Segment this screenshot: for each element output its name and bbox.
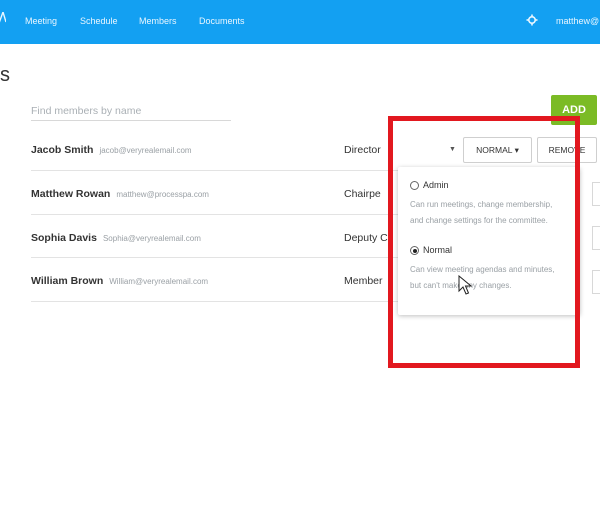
member-name: Sophia Davis Sophia@veryrealemail.com [31, 232, 201, 244]
radio-selected-icon[interactable] [410, 246, 419, 255]
member-email: jacob@veryrealemail.com [99, 146, 192, 155]
permission-dropdown-button[interactable]: NORMAL ▾ [463, 137, 532, 163]
member-row: Matthew Rowan matthew@processpa.com Chair… [31, 171, 411, 215]
option-label: Normal [423, 245, 453, 255]
user-menu[interactable]: matthew@ [556, 16, 599, 26]
add-member-button[interactable]: ADD [551, 95, 597, 125]
member-role: Member [344, 275, 383, 287]
member-name: Jacob Smith jacob@veryrealemail.com [31, 144, 192, 156]
permission-menu: Admin Can run meetings, change membershi… [398, 167, 580, 315]
nav-schedule[interactable]: Schedule [80, 16, 118, 26]
member-email: Sophia@veryrealemail.com [102, 234, 201, 243]
nav-documents[interactable]: Documents [199, 16, 245, 26]
option-description: Can view meeting agendas and minutes, bu… [410, 265, 555, 290]
member-email: matthew@processpa.com [116, 190, 209, 199]
member-role: Director [344, 144, 381, 156]
nav-members[interactable]: Members [139, 16, 177, 26]
role-caret-icon[interactable]: ▼ [449, 146, 456, 153]
option-description: Can run meetings, change membership, and… [410, 200, 553, 225]
remove-member-button[interactable]: REMOVE [537, 137, 597, 163]
member-name: William Brown William@veryrealemail.com [31, 275, 209, 287]
member-row: William Brown William@veryrealemail.com M… [31, 258, 411, 302]
member-row: Jacob Smith jacob@veryrealemail.com Direc… [31, 127, 456, 171]
row-action-button[interactable] [592, 270, 600, 294]
member-role: Chairpe [344, 188, 381, 200]
search-input[interactable] [31, 105, 231, 117]
app-logo-icon [0, 12, 6, 23]
row-action-button[interactable] [592, 226, 600, 250]
nav-meeting[interactable]: Meeting [25, 16, 57, 26]
member-role: Deputy C [344, 232, 388, 244]
radio-icon[interactable] [410, 181, 419, 190]
member-email: William@veryrealemail.com [109, 277, 209, 286]
member-search [31, 101, 231, 121]
page-title: s [0, 64, 10, 86]
top-nav-bar: Meeting Schedule Members Documents matth… [0, 0, 600, 44]
member-row: Sophia Davis Sophia@veryrealemail.com Dep… [31, 214, 411, 258]
member-name: Matthew Rowan matthew@processpa.com [31, 188, 209, 200]
mouse-cursor-icon [458, 275, 472, 295]
row-action-button[interactable] [592, 182, 600, 206]
option-label: Admin [423, 180, 449, 190]
gear-icon[interactable] [526, 14, 538, 26]
